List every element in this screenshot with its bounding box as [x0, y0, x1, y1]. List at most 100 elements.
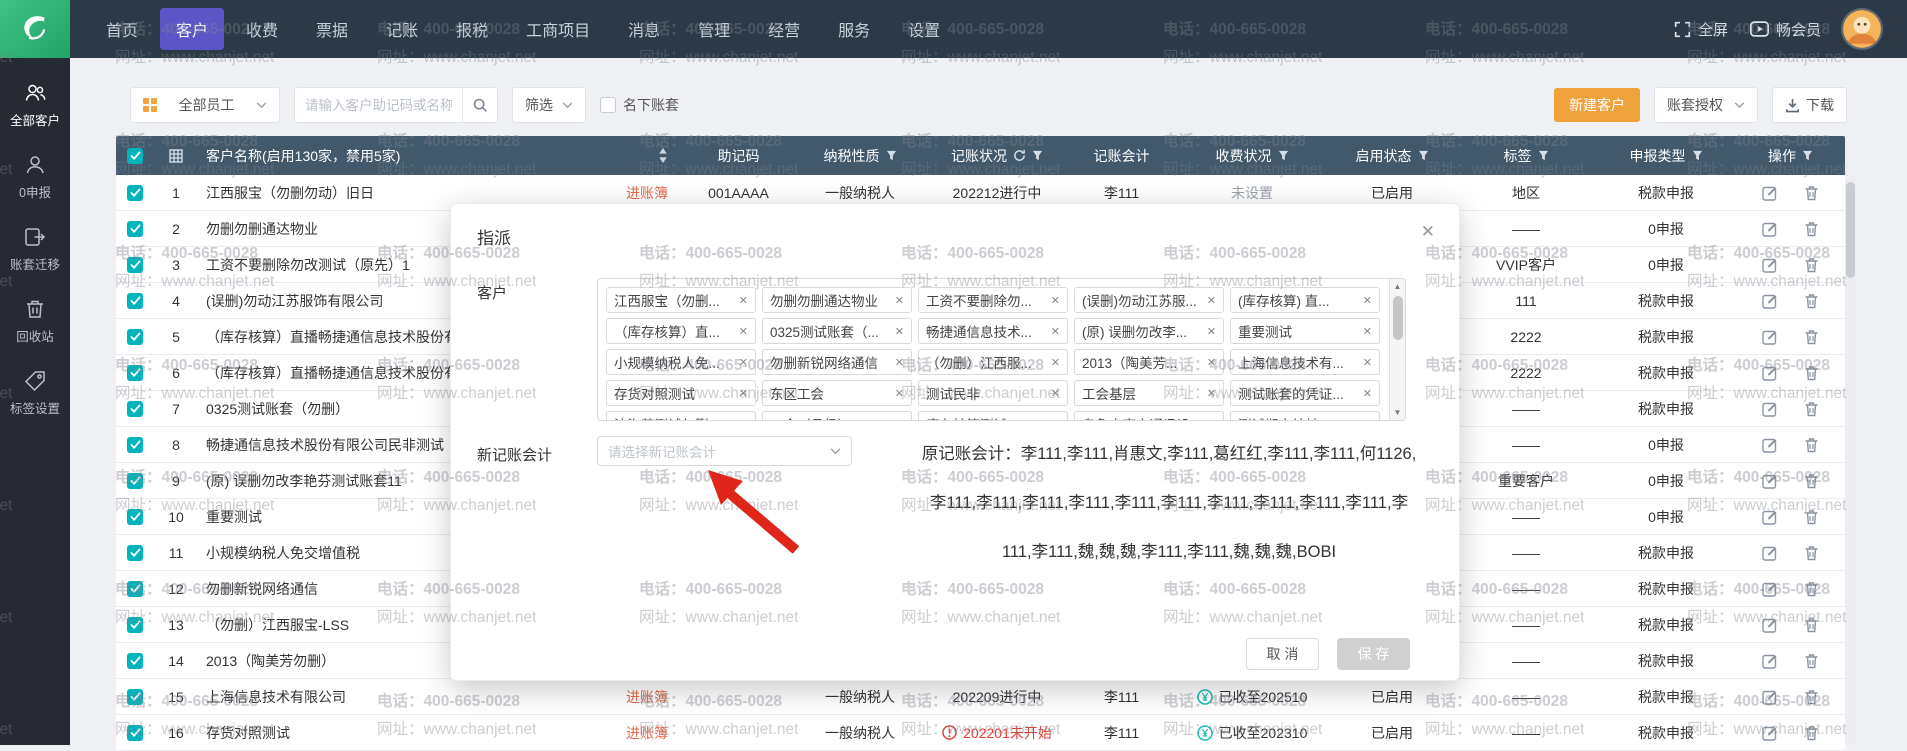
remove-icon[interactable]: ✕ [1363, 387, 1372, 400]
multiselect-scroll-thumb[interactable] [1393, 296, 1403, 340]
delete-icon[interactable] [1804, 365, 1819, 381]
ledger-link[interactable]: 进账簿 [626, 687, 668, 707]
nav-item-1[interactable]: 客户 [160, 8, 224, 50]
nav-item-7[interactable]: 消息 [612, 8, 676, 50]
remove-icon[interactable]: ✕ [1363, 325, 1372, 338]
edit-icon[interactable] [1762, 617, 1778, 633]
avatar[interactable] [1843, 10, 1881, 48]
remove-icon[interactable]: ✕ [739, 418, 748, 421]
remove-icon[interactable]: ✕ [895, 294, 904, 307]
scroll-up-icon[interactable]: ▲ [1394, 282, 1402, 291]
customer-chip[interactable]: 存货对照测试 ✕ [606, 380, 756, 406]
customer-chip[interactable]: 测试账套的凭证... ✕ [1230, 380, 1380, 406]
customer-chip[interactable]: 0325测试账套（... ✕ [762, 318, 912, 344]
table-scrollbar[interactable] [1845, 178, 1856, 745]
customer-chip[interactable]: (原) 误删勿改李... ✕ [1074, 318, 1224, 344]
edit-icon[interactable] [1762, 365, 1778, 381]
row-checkbox[interactable] [127, 653, 143, 669]
search-input[interactable] [294, 87, 462, 123]
close-icon[interactable]: ✕ [1421, 222, 1435, 242]
row-checkbox[interactable] [127, 617, 143, 633]
funnel-icon[interactable] [1538, 150, 1549, 161]
save-button[interactable]: 保 存 [1337, 638, 1410, 670]
customer-multiselect[interactable]: 江西服宝（勿删... ✕ 勿删勿删通达物业 ✕ 工资不要删除勿... ✕ (误删… [597, 278, 1406, 421]
delete-icon[interactable] [1804, 473, 1819, 489]
new-accountant-select[interactable]: 请选择新记账会计 [597, 436, 852, 466]
remove-icon[interactable]: ✕ [1051, 356, 1060, 369]
delete-icon[interactable] [1804, 185, 1819, 201]
customer-chip[interactable]: 测试民非 ✕ [918, 380, 1068, 406]
row-checkbox[interactable] [127, 257, 143, 273]
sidebar-item-3[interactable]: 回收站 [0, 288, 70, 354]
nav-item-2[interactable]: 收费 [230, 8, 294, 50]
funnel-icon[interactable] [886, 150, 897, 161]
ledger-link[interactable]: 进账簿 [626, 183, 668, 203]
remove-icon[interactable]: ✕ [1207, 418, 1216, 421]
customer-chip[interactable]: (库存核算) 直... ✕ [1230, 287, 1380, 313]
delete-icon[interactable] [1804, 293, 1819, 309]
remove-icon[interactable]: ✕ [1207, 387, 1216, 400]
remove-icon[interactable]: ✕ [1363, 418, 1372, 421]
remove-icon[interactable]: ✕ [1363, 356, 1372, 369]
nav-item-6[interactable]: 工商项目 [510, 8, 606, 50]
nav-item-8[interactable]: 管理 [682, 8, 746, 50]
customer-chip[interactable]: 勿删新锐网络通信 ✕ [762, 349, 912, 375]
delete-icon[interactable] [1804, 437, 1819, 453]
remove-icon[interactable]: ✕ [895, 325, 904, 338]
customer-chip[interactable]: 重要测试 ✕ [1230, 318, 1380, 344]
remove-icon[interactable]: ✕ [895, 356, 904, 369]
row-checkbox[interactable] [127, 509, 143, 525]
table-row[interactable]: 15 上海信息技术有限公司进账簿 一般纳税人 202209进行中 李111 已收… [116, 679, 1845, 715]
remove-icon[interactable]: ✕ [1207, 356, 1216, 369]
remove-icon[interactable]: ✕ [1207, 325, 1216, 338]
funnel-icon[interactable] [1418, 150, 1429, 161]
search-button[interactable] [462, 87, 498, 123]
delete-icon[interactable] [1804, 329, 1819, 345]
delete-icon[interactable] [1804, 689, 1819, 705]
multiselect-scrollbar[interactable]: ▲ ▼ [1389, 279, 1405, 420]
remove-icon[interactable]: ✕ [1363, 294, 1372, 307]
row-checkbox[interactable] [127, 437, 143, 453]
customer-chip[interactable]: 江西服宝（勿删... ✕ [606, 287, 756, 313]
funnel-icon[interactable] [1692, 150, 1703, 161]
remove-icon[interactable]: ✕ [739, 356, 748, 369]
row-checkbox[interactable] [127, 545, 143, 561]
member-button[interactable]: 畅会员 [1750, 19, 1821, 40]
customer-chip[interactable]: 东区工会 ✕ [762, 380, 912, 406]
row-checkbox[interactable] [127, 581, 143, 597]
remove-icon[interactable]: ✕ [1051, 387, 1060, 400]
edit-icon[interactable] [1762, 653, 1778, 669]
remove-icon[interactable]: ✕ [739, 294, 748, 307]
row-checkbox[interactable] [127, 473, 143, 489]
customer-chip[interactable]: 工资不要删除勿... ✕ [918, 287, 1068, 313]
delete-icon[interactable] [1804, 401, 1819, 417]
edit-icon[interactable] [1762, 437, 1778, 453]
remove-icon[interactable]: ✕ [739, 325, 748, 338]
customer-chip[interactable]: 测试期末结转... ✕ [1230, 411, 1380, 420]
row-checkbox[interactable] [127, 185, 143, 201]
customer-chip[interactable]: 2013（陶美芳... ✕ [1074, 349, 1224, 375]
sidebar-item-0[interactable]: 全部客户 [0, 72, 70, 138]
edit-icon[interactable] [1762, 221, 1778, 237]
new-customer-button[interactable]: 新建客户 [1554, 88, 1640, 122]
edit-icon[interactable] [1762, 185, 1778, 201]
funnel-icon[interactable] [1278, 150, 1289, 161]
customer-chip[interactable]: 勿删勿删通达物业 ✕ [762, 287, 912, 313]
ledger-auth-dropdown[interactable]: 账套授权 [1654, 87, 1758, 123]
delete-icon[interactable] [1804, 221, 1819, 237]
delete-icon[interactable] [1804, 617, 1819, 633]
scope-checkbox[interactable] [600, 97, 616, 113]
remove-icon[interactable]: ✕ [1207, 294, 1216, 307]
remove-icon[interactable]: ✕ [1051, 325, 1060, 338]
delete-icon[interactable] [1804, 653, 1819, 669]
funnel-icon[interactable] [1802, 150, 1813, 161]
customer-chip[interactable]: 工会（县级） ✕ [762, 411, 912, 420]
remove-icon[interactable]: ✕ [1051, 418, 1060, 421]
funnel-icon[interactable] [1032, 150, 1043, 161]
customer-chip[interactable]: (误删)勿动江苏服... ✕ [1074, 287, 1224, 313]
scope-toggle[interactable]: 名下账套 [600, 95, 679, 115]
remove-icon[interactable]: ✕ [739, 387, 748, 400]
row-checkbox[interactable] [127, 365, 143, 381]
table-row[interactable]: 16 存货对照测试进账簿 一般纳税人 202201未开始 李111 已收至202… [116, 715, 1845, 751]
customer-chip[interactable]: 工会基层 ✕ [1074, 380, 1224, 406]
